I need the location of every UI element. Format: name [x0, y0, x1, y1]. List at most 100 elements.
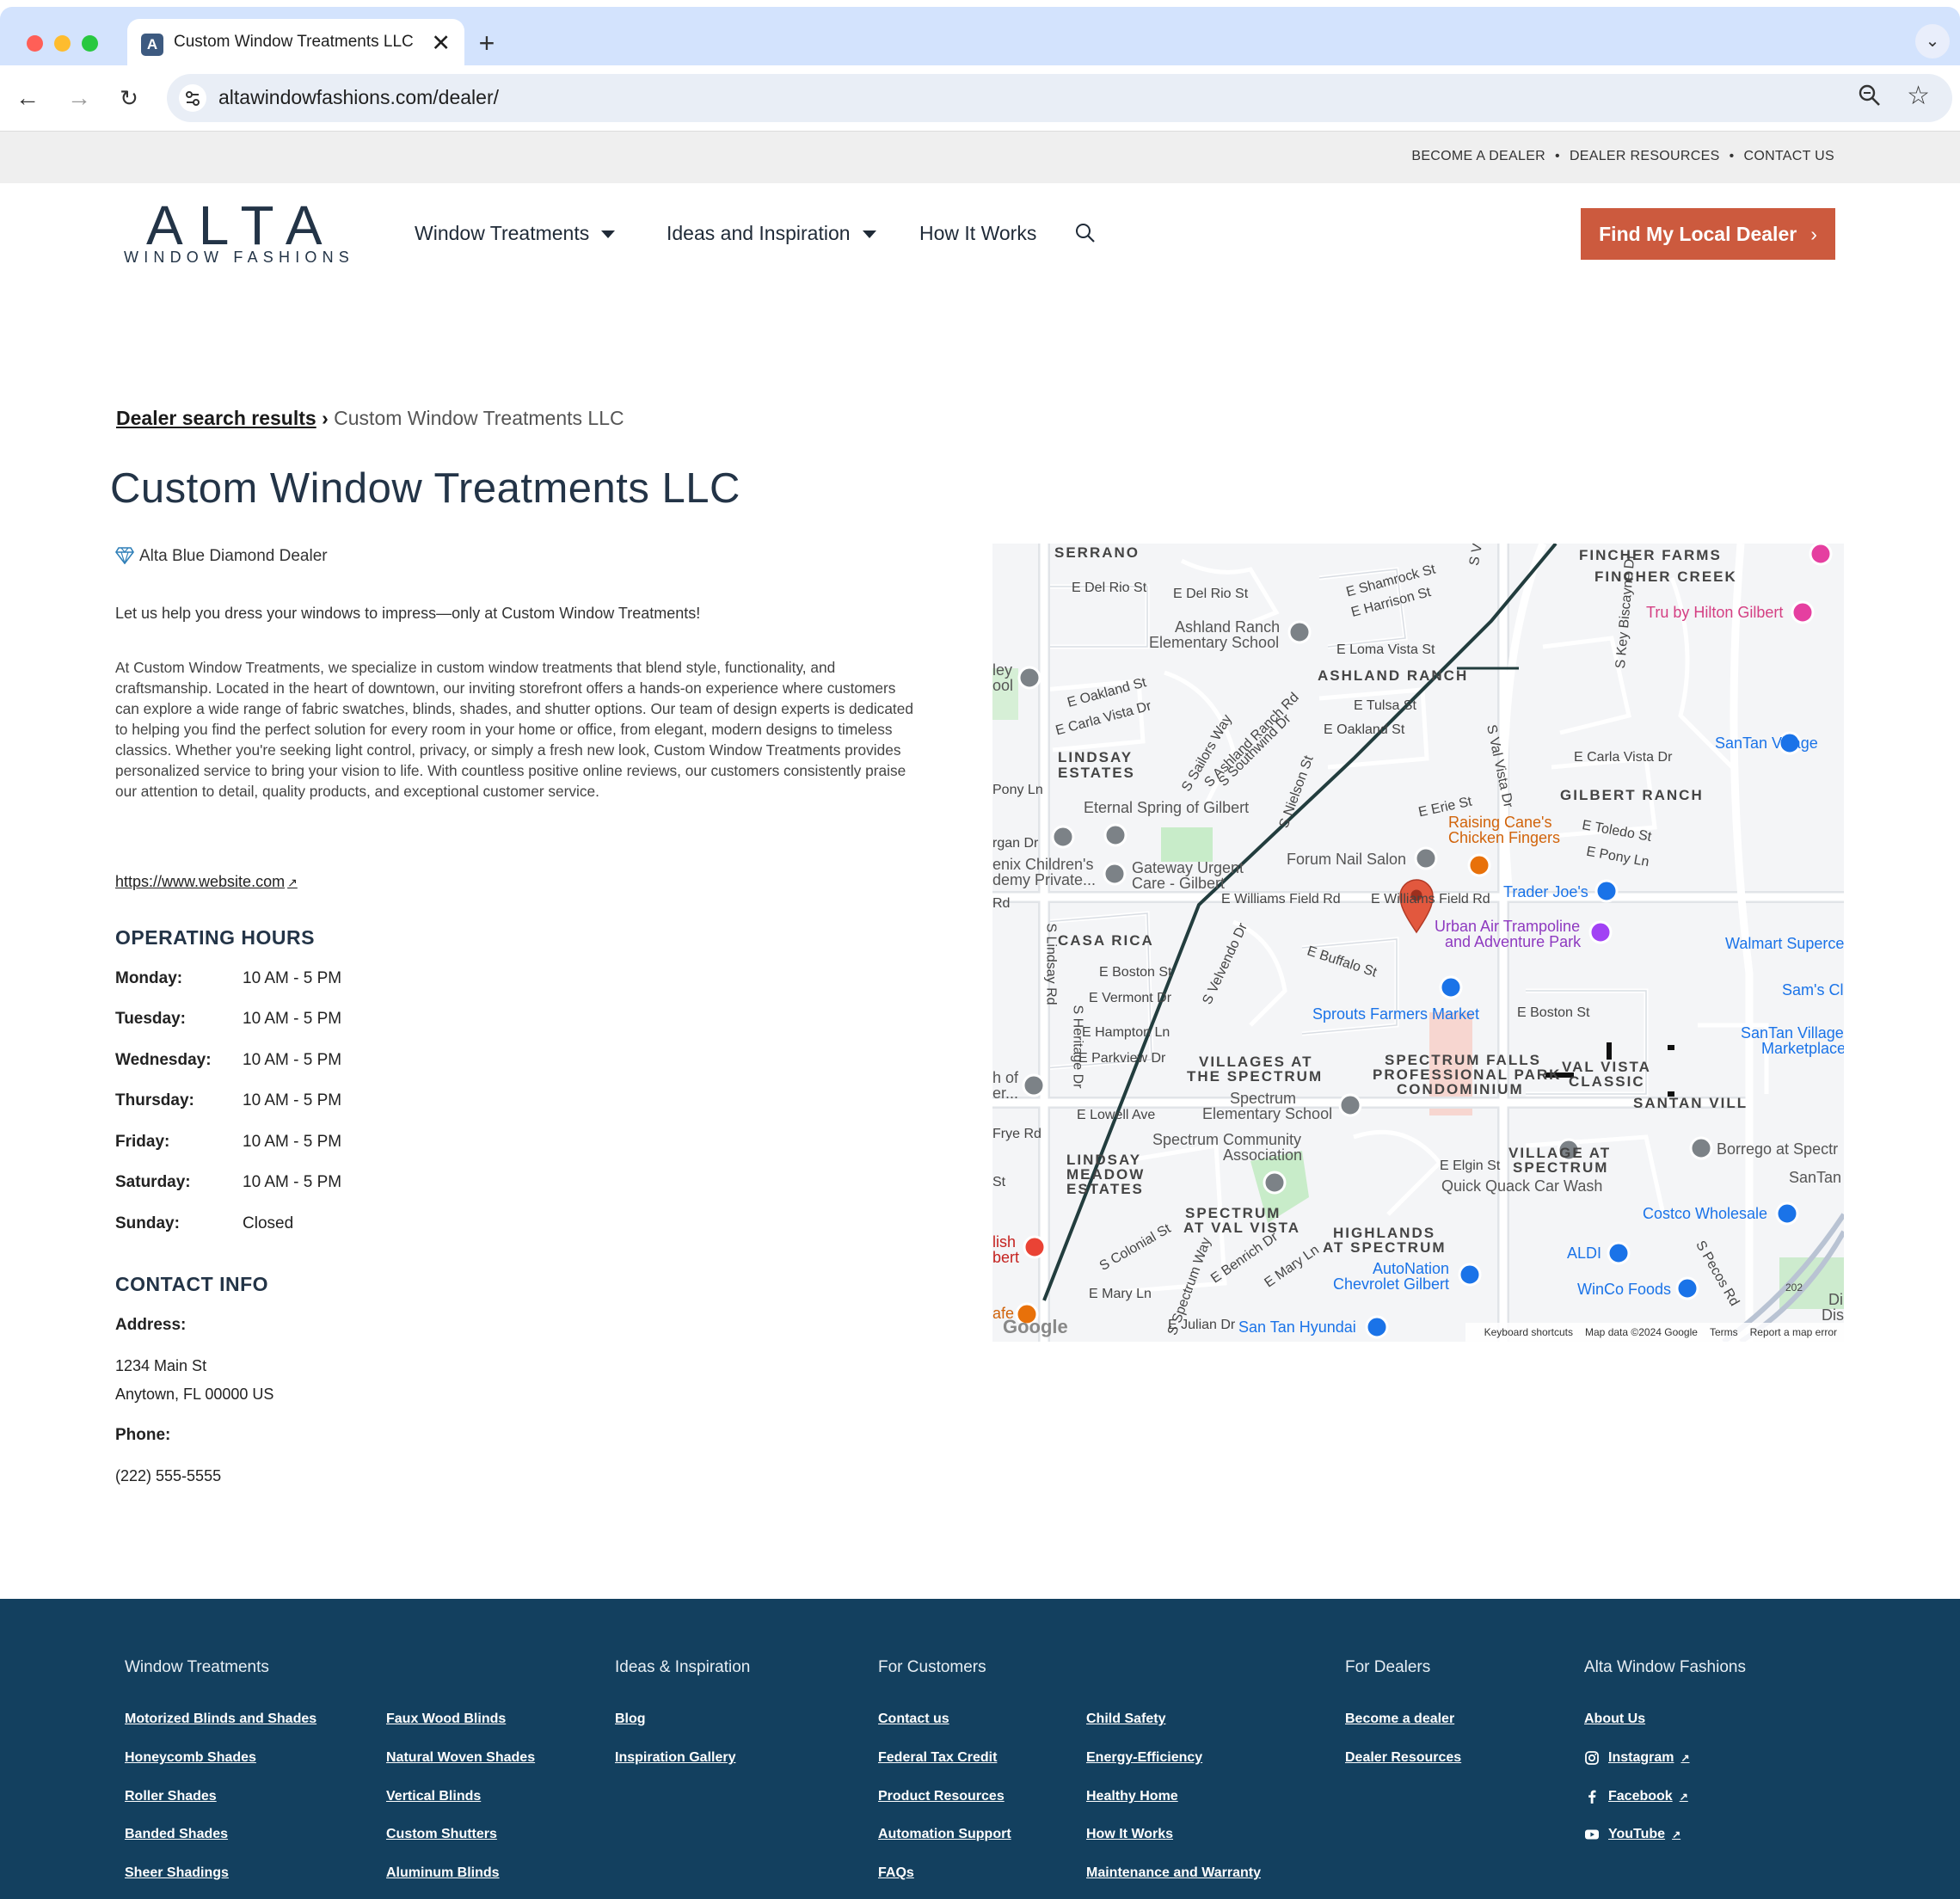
footer-link[interactable]: Blog — [615, 1712, 646, 1727]
chevron-down-icon[interactable]: ⌄ — [1915, 24, 1950, 58]
footer-about-link[interactable]: About Us — [1584, 1712, 1645, 1727]
browser-chrome: A Custom Window Treatments LLC ✕ + ⌄ ← →… — [0, 0, 1960, 132]
footer-heading-window-treatments: Window Treatments — [125, 1658, 269, 1676]
footer-link[interactable]: Energy-Efficiency — [1086, 1750, 1202, 1766]
day-label: Thursday: — [115, 1091, 194, 1109]
footer-link[interactable]: Federal Tax Credit — [878, 1750, 997, 1766]
find-local-dealer-button[interactable]: Find My Local Dealer › — [1581, 208, 1835, 260]
map-place: er... — [992, 1085, 1019, 1102]
site-settings-icon[interactable] — [179, 84, 206, 112]
breadcrumb-separator: › — [316, 407, 335, 429]
map-report-error-link[interactable]: Report a map error — [1750, 1326, 1837, 1338]
footer-link[interactable]: How It Works — [1086, 1827, 1173, 1842]
map-label-gilbert-ranch: GILBERT RANCH — [1560, 787, 1704, 803]
footer-link[interactable]: Child Safety — [1086, 1712, 1165, 1727]
footer-link[interactable]: Aluminum Blinds — [386, 1865, 500, 1881]
chevron-right-icon: › — [1810, 223, 1817, 245]
map-street: E Boston St — [1099, 965, 1172, 980]
time-value: 10 AM - 5 PM — [243, 969, 342, 987]
browser-tab[interactable]: A Custom Window Treatments LLC ✕ — [127, 19, 464, 72]
find-local-dealer-label: Find My Local Dealer — [1599, 223, 1797, 245]
map-street: E Boston St — [1517, 1005, 1590, 1020]
footer-link[interactable]: Product Resources — [878, 1789, 1005, 1804]
footer-link[interactable]: Inspiration Gallery — [615, 1750, 735, 1766]
close-tab-icon[interactable]: ✕ — [431, 28, 451, 58]
search-icon[interactable] — [1074, 222, 1098, 246]
close-window-button[interactable] — [27, 35, 43, 52]
phone-label: Phone: — [115, 1426, 171, 1444]
map-place: Association — [1223, 1146, 1303, 1164]
nav-ideas-inspiration[interactable]: Ideas and Inspiration — [667, 222, 876, 245]
map-street: E Del Rio St — [1173, 587, 1249, 601]
maximize-window-button[interactable] — [82, 35, 98, 52]
forward-arrow-icon[interactable]: → — [64, 83, 95, 114]
footer-link[interactable]: Sheer Shadings — [125, 1865, 229, 1881]
phone-number[interactable]: (222) 555-5555 — [115, 1467, 221, 1485]
dealer-map[interactable]: SERRANO FINCHER FARMS FINCHER CREEK ASHL… — [992, 544, 1844, 1342]
footer-facebook-link[interactable]: Facebook ↗ — [1608, 1789, 1688, 1804]
google-logo[interactable]: Google — [1003, 1316, 1068, 1338]
footer-link[interactable]: Healthy Home — [1086, 1789, 1178, 1804]
contact-us-link[interactable]: CONTACT US — [1743, 149, 1834, 163]
footer-link[interactable]: Motorized Blinds and Shades — [125, 1712, 316, 1727]
footer-link[interactable]: Roller Shades — [125, 1789, 217, 1804]
back-arrow-icon[interactable]: ← — [12, 83, 43, 114]
become-dealer-link[interactable]: BECOME A DEALER — [1411, 149, 1545, 163]
zoom-icon[interactable] — [1858, 83, 1882, 114]
footer-link[interactable]: Natural Woven Shades — [386, 1750, 535, 1766]
reload-icon[interactable]: ↻ — [114, 83, 144, 114]
time-value: 10 AM - 5 PM — [243, 1051, 342, 1069]
map-attribution: Keyboard shortcuts Map data ©2024 Google T… — [1465, 1323, 1844, 1342]
footer-link[interactable]: FAQs — [878, 1865, 914, 1881]
bookmark-star-icon[interactable]: ☆ — [1907, 81, 1930, 111]
map-street: E Tulsa St — [1354, 698, 1416, 713]
badge-label: Alta Blue Diamond Dealer — [139, 547, 328, 565]
footer-link[interactable]: Honeycomb Shades — [125, 1750, 256, 1766]
footer-link[interactable]: Contact us — [878, 1712, 949, 1727]
address-bar[interactable]: altawindowfashions.com/dealer/ ☆ — [167, 74, 1952, 122]
dealer-resources-link[interactable]: DEALER RESOURCES — [1570, 149, 1720, 163]
utility-links: BECOME A DEALER • DEALER RESOURCES • CONTACT… — [1411, 149, 1834, 163]
map-label-the-spectrum: THE SPECTRUM — [1187, 1068, 1324, 1085]
map-terms-link[interactable]: Terms — [1710, 1326, 1738, 1338]
page-title: Custom Window Treatments LLC — [110, 465, 740, 512]
nav-window-treatments[interactable]: Window Treatments — [415, 222, 616, 245]
breadcrumb-current: Custom Window Treatments LLC — [334, 407, 624, 429]
footer-link[interactable]: Vertical Blinds — [386, 1789, 481, 1804]
map-place: ALDI — [1567, 1244, 1602, 1262]
footer-instagram-link[interactable]: Instagram ↗ — [1608, 1750, 1690, 1766]
time-value: 10 AM - 5 PM — [243, 1173, 342, 1191]
site-footer: Window Treatments Motorized Blinds and S… — [0, 1599, 1960, 1899]
map-label-serrano: SERRANO — [1054, 544, 1140, 561]
breadcrumb-search-results-link[interactable]: Dealer search results — [116, 407, 316, 429]
map-place: San Tan Hyundai — [1238, 1318, 1356, 1336]
instagram-label: Instagram — [1608, 1750, 1674, 1765]
time-value: 10 AM - 5 PM — [243, 1133, 342, 1151]
minimize-window-button[interactable] — [54, 35, 71, 52]
diamond-icon — [115, 547, 134, 566]
footer-link[interactable]: Automation Support — [878, 1827, 1011, 1842]
map-street: E Lowell Ave — [1077, 1108, 1156, 1122]
map-label-lindsay: LINDSAY — [1058, 749, 1134, 765]
footer-link[interactable]: Faux Wood Blinds — [386, 1712, 506, 1727]
dealer-website-link[interactable]: https://www.website.com ↗ — [115, 873, 298, 891]
map-place: Costco Wholesale — [1643, 1205, 1768, 1222]
map-label-classic: CLASSIC — [1569, 1073, 1645, 1090]
nav-how-it-works[interactable]: How It Works — [919, 222, 1036, 245]
dealer-description: At Custom Window Treatments, we speciali… — [115, 659, 913, 800]
map-label-casa-rica: CASA RICA — [1058, 932, 1154, 949]
footer-heading-customers: For Customers — [878, 1658, 986, 1676]
footer-youtube-link[interactable]: YouTube ↗ — [1608, 1827, 1680, 1842]
footer-link[interactable]: Maintenance and Warranty — [1086, 1865, 1261, 1881]
footer-link[interactable]: Banded Shades — [125, 1827, 228, 1842]
map-place: Frye Rd — [992, 1127, 1041, 1141]
day-label: Friday: — [115, 1133, 170, 1151]
url-text[interactable]: altawindowfashions.com/dealer/ — [218, 86, 499, 109]
alta-logo[interactable]: ALTA WINDOW FASHIONS — [120, 194, 361, 271]
map-keyboard-shortcuts-link[interactable]: Keyboard shortcuts — [1484, 1326, 1573, 1338]
map-street: E Carla Vista Dr — [1574, 750, 1673, 765]
footer-link[interactable]: Custom Shutters — [386, 1827, 497, 1842]
new-tab-icon[interactable]: + — [471, 22, 502, 64]
footer-link[interactable]: Dealer Resources — [1345, 1750, 1461, 1766]
footer-link[interactable]: Become a dealer — [1345, 1712, 1454, 1727]
